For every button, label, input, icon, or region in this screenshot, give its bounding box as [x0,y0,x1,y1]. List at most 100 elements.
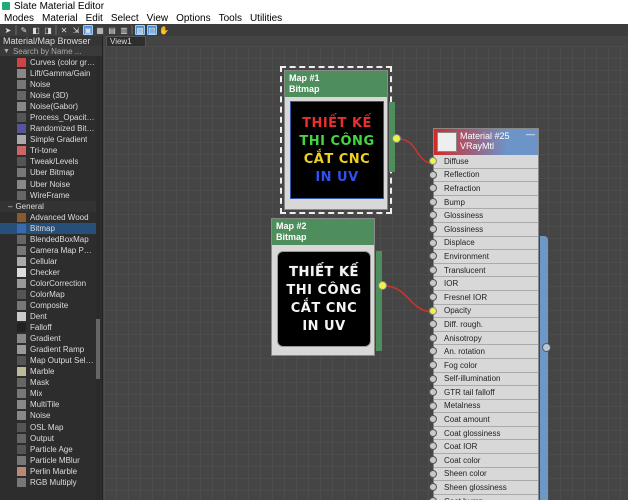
search-input[interactable]: Search by Name ... [13,47,81,56]
slot-coat-ior[interactable]: Coat IOR [429,440,538,455]
input-port[interactable] [429,224,437,233]
eyedropper-icon[interactable]: ✎ [19,25,29,35]
browser-item[interactable]: Noise (3D) [0,90,96,101]
delete-icon[interactable]: ✕ [59,25,69,35]
input-port[interactable] [429,388,437,397]
input-port[interactable] [429,157,437,165]
menu-material[interactable]: Material [38,13,82,24]
menu-select[interactable]: Select [107,13,143,24]
browser-item[interactable]: ColorCorrection [0,278,96,289]
browser-item[interactable]: Marble [0,366,96,377]
slot-diffuse[interactable]: Diffuse [429,155,538,169]
slot-coat-glossiness[interactable]: Coat glossiness [429,426,538,441]
menu-options[interactable]: Options [172,13,214,24]
scrollbar-thumb[interactable] [96,319,100,379]
browser-item[interactable]: Camera Map Per Pixel [0,245,96,256]
browser-item[interactable]: Lift/Gamma/Gain [0,68,96,79]
input-port[interactable] [429,442,437,451]
slot-bump[interactable]: Bump [429,195,538,210]
browser-item[interactable]: Tweak/Levels [0,156,96,167]
browser-item[interactable]: Mask [0,377,96,388]
browser-item[interactable]: Cellular [0,256,96,267]
slot-diff-rough-[interactable]: Diff. rough. [429,318,538,332]
input-port[interactable] [429,456,437,465]
slot-coat-amount[interactable]: Coat amount [429,413,538,427]
menu-tools[interactable]: Tools [215,13,246,24]
slot-sheen-glossiness[interactable]: Sheen glossiness [429,481,538,495]
browser-item[interactable]: ColorMap [0,289,96,300]
browser-item[interactable]: Tri-tone [0,145,96,156]
input-port[interactable] [429,415,437,424]
browser-item[interactable]: Gradient Ramp [0,344,96,355]
input-port[interactable] [429,320,437,329]
slot-translucent[interactable]: Translucent [429,263,538,278]
browser-item[interactable]: Noise [0,79,96,90]
input-port[interactable] [429,279,437,288]
input-port[interactable] [429,238,437,247]
node-view-canvas[interactable]: Map #1 Bitmap THIẾT KẾ THI CÔNG CẮT CNC … [104,46,628,500]
slot-ior[interactable]: IOR [429,277,538,291]
browser-item[interactable]: Map Output Selector [0,355,96,366]
browser-item[interactable]: Randomized Bitmaps [0,123,96,134]
input-port[interactable] [429,252,437,261]
input-port[interactable] [429,197,437,206]
show-background-icon[interactable]: ▦ [95,25,105,35]
browser-item[interactable]: Composite [0,300,96,311]
browser-scrollbar[interactable] [96,57,100,500]
slot-sheen-color[interactable]: Sheen color [429,467,538,482]
map2-output-port[interactable] [378,281,387,290]
browser-item[interactable]: WireFrame [0,190,96,201]
slot-environment[interactable]: Environment [429,250,538,264]
slot-anisotropy[interactable]: Anisotropy [429,331,538,346]
slot-fog-color[interactable]: Fog color [429,358,538,373]
input-port[interactable] [429,374,437,383]
slot-self-illumination[interactable]: Self-illumination [429,372,538,387]
browser-item[interactable]: Particle Age [0,444,96,455]
input-port[interactable] [429,469,437,478]
material-map-browser-icon[interactable]: ▩ [135,25,145,35]
slot-an-rotation[interactable]: An. rotation [429,345,538,359]
browser-item[interactable]: Particle MBlur [0,455,96,466]
slot-refraction[interactable]: Refraction [429,182,538,196]
slot-glossiness[interactable]: Glossiness [429,209,538,223]
slot-opacity[interactable]: Opacity [429,304,538,319]
menu-utilities[interactable]: Utilities [246,13,286,24]
browser-item[interactable]: Uber Bitmap [0,167,96,178]
vraymtl-node[interactable]: Material #25 VRayMtl — Diffuse Reflection… [429,128,539,500]
browser-item[interactable]: BlendedBoxMap [0,234,96,245]
browser-item[interactable]: MultiTile [0,399,96,410]
map1-node[interactable]: Map #1 Bitmap THIẾT KẾ THI CÔNG CẮT CNC … [280,66,392,214]
browser-item[interactable]: Advanced Wood [0,212,96,223]
browser-section-general[interactable]: – General [0,200,96,212]
slot-glossiness[interactable]: Glossiness [429,222,538,237]
input-port[interactable] [429,360,437,369]
input-port[interactable] [429,483,437,492]
layout-icon[interactable]: ▤ [107,25,117,35]
menu-modes[interactable]: Modes [0,13,38,24]
map1-output-port[interactable] [392,134,401,143]
parameter-editor-icon[interactable]: ▧ [147,25,157,35]
input-port[interactable] [429,292,437,301]
menu-edit[interactable]: Edit [82,13,107,24]
vraymtl-header[interactable]: Material #25 VRayMtl — [434,129,538,155]
put-material-icon[interactable]: ◧ [31,25,41,35]
vraymtl-output-port[interactable] [542,343,551,352]
browser-item[interactable]: Bitmap [0,222,96,234]
browser-item[interactable]: Curves (color gradie... [0,57,96,68]
browser-item[interactable]: Dent [0,311,96,322]
browser-item[interactable]: RGB Multiply [0,477,96,488]
input-port[interactable] [429,170,437,179]
slot-reflection[interactable]: Reflection [429,168,538,183]
browser-item[interactable]: Mix [0,388,96,399]
browser-search[interactable]: ▼ Search by Name ... [0,46,102,56]
map1-header[interactable]: Map #1 Bitmap [285,71,387,97]
browser-item[interactable]: Checker [0,267,96,278]
input-port[interactable] [429,333,437,342]
browser-item[interactable]: Noise [0,410,96,421]
input-port[interactable] [429,347,437,356]
browser-item[interactable]: Perlin Marble [0,466,96,477]
browser-item[interactable]: OSL Map [0,422,96,433]
input-port[interactable] [429,265,437,274]
slot-gtr-tail-falloff[interactable]: GTR tail falloff [429,386,538,400]
input-port[interactable] [429,428,437,437]
